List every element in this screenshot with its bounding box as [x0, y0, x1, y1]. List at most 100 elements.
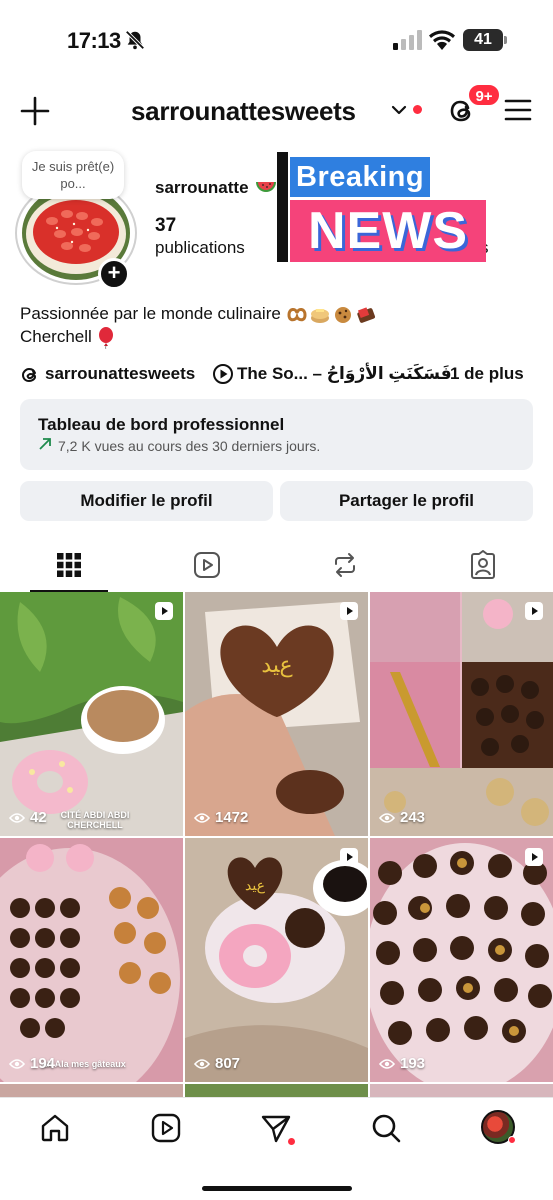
grid-icon: [57, 553, 81, 577]
messages-unread-dot: [288, 1138, 295, 1145]
post-tile-partial[interactable]: [370, 1084, 553, 1097]
eye-icon: [379, 1058, 395, 1069]
reels-icon: [194, 552, 220, 578]
bottom-navigation: [0, 1097, 553, 1200]
battery-icon: 41: [463, 29, 507, 51]
status-bar: 17:13 41: [0, 0, 553, 82]
more-links[interactable]: 1 de plus: [450, 364, 524, 384]
posts-count[interactable]: 37: [155, 215, 176, 237]
svg-text:ﻉﻴﺪ: ﻉﻴﺪ: [245, 878, 266, 894]
home-indicator: [202, 1186, 352, 1191]
dashboard-title: Tableau de bord professionnel: [38, 415, 285, 434]
post-thumbnail: ﻉﻴﺪ: [185, 838, 368, 1082]
breaking-label: Breaking: [290, 157, 431, 197]
post-thumbnail: [370, 592, 553, 836]
post-tile[interactable]: ﻉﻴﺪ 807: [185, 838, 368, 1082]
reel-badge-icon: [340, 602, 358, 620]
share-profile-button[interactable]: Partager le profil: [280, 481, 533, 521]
threads-link[interactable]: sarrounattesweets: [45, 364, 195, 384]
eye-icon: [379, 812, 395, 823]
status-time: 17:13: [67, 28, 121, 53]
tab-tagged[interactable]: [414, 540, 552, 592]
post-thumbnail: [0, 838, 183, 1082]
post-tile[interactable]: 243: [370, 592, 553, 836]
post-view-count: 243: [400, 809, 426, 826]
post-view-count: 42: [30, 809, 47, 826]
repost-icon: [335, 553, 355, 577]
bio-text-1: Passionnée par le monde culinaire: [20, 304, 281, 323]
threads-small-icon: [21, 367, 37, 383]
chevron-down-icon[interactable]: [391, 104, 407, 116]
post-tile[interactable]: CITÉ ABDI ABDI CHERCHELL 42: [0, 592, 183, 836]
post-tile-partial[interactable]: [185, 1084, 368, 1097]
profile-tabs: [0, 540, 553, 592]
eye-icon: [9, 1058, 25, 1069]
bio-text-2: Cherchell: [20, 327, 92, 346]
post-views: 42: [9, 809, 47, 826]
trend-up-arrow-icon: [39, 438, 51, 450]
bio-line-1: Passionnée par le monde culinaire: [20, 302, 378, 325]
tab-reels[interactable]: [138, 540, 276, 592]
account-switcher-username[interactable]: sarrounattesweets: [131, 96, 356, 127]
post-view-count: 807: [215, 1055, 241, 1072]
post-thumbnail: [0, 592, 183, 836]
reel-badge-icon: [525, 602, 543, 620]
tab-grid[interactable]: [0, 540, 138, 592]
profile-note[interactable]: Je suis prêt(e) po...: [22, 151, 124, 199]
sticker-bar: [277, 152, 288, 262]
tab-reposts[interactable]: [276, 540, 414, 592]
post-views: 1472: [194, 809, 248, 826]
edit-profile-button[interactable]: Modifier le profil: [20, 481, 273, 521]
profile-avatar[interactable]: +: [13, 186, 137, 290]
reel-badge-icon: [525, 848, 543, 866]
notification-badge: 9+: [467, 83, 501, 107]
reels-nav-icon: [151, 1113, 181, 1143]
news-label: NEWS: [290, 200, 486, 262]
post-view-count: 1472: [215, 809, 249, 826]
post-tile-partial[interactable]: [0, 1084, 183, 1097]
post-view-count: 193: [400, 1055, 426, 1072]
red-balloon-icon: [98, 326, 113, 349]
breaking-news-sticker: Breaking NEWS: [276, 152, 490, 264]
dashboard-subtitle: 7,2 K vues au cours des 30 derniers jour…: [58, 438, 321, 454]
search-icon: [372, 1114, 401, 1143]
eye-icon: [194, 1058, 210, 1069]
account-unread-dot: [413, 105, 422, 114]
eye-icon: [9, 812, 25, 823]
hamburger-menu-icon[interactable]: [504, 98, 532, 122]
posts-grid: CITÉ ABDI ABDI CHERCHELL 42 ﻉﻴﺪ 1472 243…: [0, 592, 553, 1097]
post-tile[interactable]: ah Ala mes gâteaux 194: [0, 838, 183, 1082]
nav-reels[interactable]: [150, 1112, 182, 1144]
eye-icon: [194, 812, 210, 823]
post-thumbnail: [370, 838, 553, 1082]
profile-links-row: sarrounattesweets The So... – فَسَكَنَتِ…: [20, 362, 533, 388]
profile-bio: Passionnée par le monde culinaire Cherch…: [20, 302, 378, 349]
post-caption: CITÉ ABDI ABDI CHERCHELL: [60, 810, 130, 830]
send-paper-plane-icon: [261, 1115, 291, 1143]
nav-home[interactable]: [39, 1112, 71, 1144]
music-link[interactable]: The So... – فَسَكَنَتِ الأرْوَاحُ: [237, 364, 452, 384]
signal-icon: [393, 30, 422, 50]
home-icon: [41, 1114, 69, 1142]
profile-unread-dot: [508, 1136, 516, 1144]
profile-display-name: sarrounatte: [155, 178, 249, 197]
posts-label[interactable]: publications: [155, 238, 245, 258]
create-plus-icon[interactable]: [20, 96, 50, 126]
post-thumbnail: ﻉﻴﺪ: [185, 592, 368, 836]
post-tile[interactable]: ﻉﻴﺪ 1472: [185, 592, 368, 836]
professional-dashboard[interactable]: Tableau de bord professionnel 7,2 K vues…: [20, 399, 533, 470]
post-tile[interactable]: 193: [370, 838, 553, 1082]
food-emoji-icons: [287, 306, 375, 323]
nav-search[interactable]: [370, 1112, 402, 1144]
nav-messages[interactable]: [260, 1112, 295, 1145]
reel-badge-icon: [340, 848, 358, 866]
profile-header: sarrounattesweets 9+: [0, 83, 553, 134]
svg-text:ﻉﻴﺪ: ﻉﻴﺪ: [261, 653, 292, 678]
wifi-icon: [429, 30, 455, 50]
reel-badge-icon: [155, 602, 173, 620]
post-views: 243: [379, 809, 425, 826]
add-story-plus-icon[interactable]: +: [98, 258, 130, 290]
bell-muted-icon: [125, 30, 145, 50]
tagged-icon: [471, 550, 495, 579]
post-views: 193: [379, 1055, 425, 1072]
